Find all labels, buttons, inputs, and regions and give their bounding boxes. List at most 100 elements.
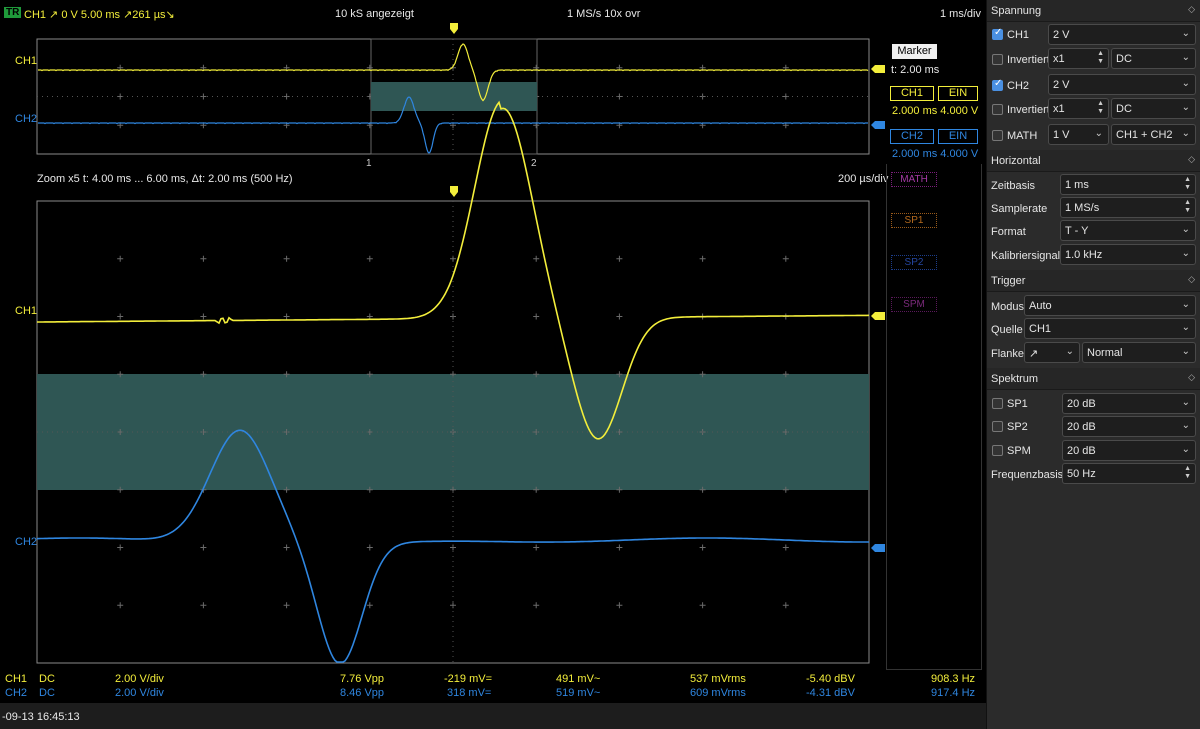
chevron-down-icon: ⌄ <box>1181 52 1190 63</box>
section-title: Spektrum <box>991 373 1039 385</box>
collapse-icon[interactable]: ◇ <box>1188 154 1195 165</box>
right-plot-column <box>886 164 982 670</box>
meas-vdiv: 2.00 V/div <box>115 673 164 685</box>
collapse-icon[interactable]: ◇ <box>1188 274 1195 285</box>
zeitbasis-label: Zeitbasis <box>991 180 1036 192</box>
frequenzbasis-spinbox[interactable]: 50 Hz ▲ ▼ <box>1062 463 1196 484</box>
marker-ch1-button[interactable]: CH1 <box>890 86 934 101</box>
chevron-down-icon: ⌄ <box>1181 397 1190 408</box>
ch2-volts-select[interactable]: 2 V ⌄ <box>1048 74 1196 95</box>
overview-ch2-level-marker[interactable] <box>871 121 885 129</box>
section-horizontal-header[interactable]: Horizontal ◇ <box>987 150 1200 172</box>
chevron-down-icon: ⌄ <box>1181 444 1190 455</box>
kalibriersignal-label: Kalibriersignal <box>991 250 1061 262</box>
chevron-down-icon: ⌄ <box>1181 322 1190 333</box>
ch2-label: CH2 <box>1007 80 1030 92</box>
sp2-checkbox[interactable] <box>992 421 1003 432</box>
math-operation-select[interactable]: CH1 + CH2 ⌄ <box>1111 124 1196 145</box>
ch1-volts-select[interactable]: 2 V ⌄ <box>1048 24 1196 45</box>
ch1-invert-checkbox[interactable] <box>992 54 1003 65</box>
section-trigger-header[interactable]: Trigger ◇ <box>987 270 1200 292</box>
sp1-label: SP1 <box>1007 398 1028 410</box>
meas-vpp: 7.76 Vpp <box>340 673 385 685</box>
trigger-flank-mode-select[interactable]: Normal ⌄ <box>1082 342 1196 363</box>
meas-mean: -219 mV= <box>444 673 492 685</box>
ch1-probe-spinbox[interactable]: x1 ▲ ▼ <box>1048 48 1109 69</box>
chevron-down-icon: ⌄ <box>1181 128 1190 139</box>
footer-bar: -09-13 16:45:13 <box>0 703 986 729</box>
sample-count: 10 kS angezeigt <box>335 8 414 20</box>
samplerate-spinbox[interactable]: 1 MS/s ▲ ▼ <box>1060 197 1196 218</box>
ch1-invert-label: Invertiert <box>1007 54 1050 66</box>
sp1-checkbox[interactable] <box>992 398 1003 409</box>
overview-cursor-band <box>371 82 537 111</box>
marker-ch1-values: 2.000 ms 4.000 V <box>892 105 979 117</box>
frequenzbasis-label: Frequenzbasis <box>991 469 1064 481</box>
chevron-down-icon: ⌄ <box>1094 128 1103 139</box>
spin-icon[interactable]: ▲ ▼ <box>1097 100 1104 116</box>
spin-icon[interactable]: ▲ ▼ <box>1184 176 1191 192</box>
spin-icon[interactable]: ▲ ▼ <box>1184 199 1191 215</box>
chevron-down-icon: ⌄ <box>1181 28 1190 39</box>
section-spektrum-header[interactable]: Spektrum ◇ <box>987 368 1200 390</box>
math-volts-select[interactable]: 1 V ⌄ <box>1048 124 1109 145</box>
ch2-enable-checkbox[interactable] <box>992 78 1003 91</box>
marker-ch2-row[interactable]: CH2 EIN <box>890 129 978 144</box>
ch1-coupling-select[interactable]: DC ⌄ <box>1111 48 1196 69</box>
ch1-enable-checkbox[interactable] <box>992 27 1003 40</box>
trigger-slope-select[interactable]: ↗ ⌄ <box>1024 342 1080 363</box>
meas-ac: 491 mV~ <box>556 673 601 685</box>
marker-ch2-state[interactable]: EIN <box>938 129 978 144</box>
flanke-label: Flanke <box>991 348 1025 360</box>
ch2-invert-label: Invertiert <box>1007 104 1050 116</box>
zoom-div: 200 µs/div <box>838 173 889 185</box>
marker-ch1-row[interactable]: CH1 EIN <box>890 86 978 101</box>
quelle-label: Quelle <box>991 324 1023 336</box>
spin-icon[interactable]: ▲ ▼ <box>1097 50 1104 66</box>
trigger-position-marker-zoom[interactable] <box>450 186 458 197</box>
ch2-invert-checkbox[interactable] <box>992 104 1003 115</box>
spm-label: SPM <box>1007 445 1031 457</box>
section-title: Spannung <box>991 5 1042 17</box>
collapse-icon[interactable]: ◇ <box>1188 4 1195 15</box>
overview-ch1-level-marker[interactable] <box>871 65 885 73</box>
spm-checkbox[interactable] <box>992 445 1003 456</box>
sp1-select[interactable]: 20 dB ⌄ <box>1062 393 1196 414</box>
format-select[interactable]: T - Y ⌄ <box>1060 220 1196 241</box>
spm-select[interactable]: 20 dB ⌄ <box>1062 440 1196 461</box>
spin-icon[interactable]: ▲ ▼ <box>1184 465 1191 481</box>
meas-freq: 908.3 Hz <box>931 673 976 685</box>
section-spannung-header[interactable]: Spannung ◇ <box>987 0 1200 22</box>
chevron-down-icon: ⌄ <box>1181 248 1190 259</box>
meas-vdiv: 2.00 V/div <box>115 687 164 699</box>
sp2-label: SP2 <box>1007 421 1028 433</box>
main-ch1-label: CH1 <box>15 305 37 317</box>
trigger-status-badge: TR <box>4 7 22 18</box>
overview-ch2-label: CH2 <box>15 113 37 125</box>
main-ch1-level-marker[interactable] <box>871 312 885 320</box>
measurement-row-ch1: CH1 DC 2.00 V/div 7.76 Vpp -219 mV= 491 … <box>0 673 986 687</box>
format-label: Format <box>991 226 1026 238</box>
marker-ch1-state[interactable]: EIN <box>938 86 978 101</box>
chevron-down-icon: ⌄ <box>1181 346 1190 357</box>
marker-button[interactable]: Marker <box>892 44 937 59</box>
kalibriersignal-select[interactable]: 1.0 kHz ⌄ <box>1060 244 1196 265</box>
zeitbasis-spinbox[interactable]: 1 ms ▲ ▼ <box>1060 174 1196 195</box>
collapse-icon[interactable]: ◇ <box>1188 372 1195 383</box>
math-enable-checkbox[interactable] <box>992 130 1003 141</box>
trigger-mode-select[interactable]: Auto ⌄ <box>1024 295 1196 316</box>
marker-ch2-button[interactable]: CH2 <box>890 129 934 144</box>
trigger-source-select[interactable]: CH1 ⌄ <box>1024 318 1196 339</box>
ch2-coupling-select[interactable]: DC ⌄ <box>1111 98 1196 119</box>
oscilloscope-display[interactable]: 1 2 CH1 CH2 Zoom x5 t: 4.00 ms ... 6.00 … <box>0 0 986 703</box>
sp2-select[interactable]: 20 dB ⌄ <box>1062 416 1196 437</box>
ch2-probe-spinbox[interactable]: x1 ▲ ▼ <box>1048 98 1109 119</box>
meas-rms: 537 mVrms <box>690 673 746 685</box>
trigger-info[interactable]: CH1 ↗ 0 V 5.00 ms ↗261 µs↘ <box>24 8 175 21</box>
meas-coupling: DC <box>39 687 55 699</box>
measurement-table: CH1 DC 2.00 V/div 7.76 Vpp -219 mV= 491 … <box>0 670 986 702</box>
main-ch2-level-marker[interactable] <box>871 544 885 552</box>
sample-rate-info: 1 MS/s 10x ovr <box>567 8 641 20</box>
samplerate-label: Samplerate <box>991 203 1048 215</box>
meas-ac: 519 mV~ <box>556 687 601 699</box>
